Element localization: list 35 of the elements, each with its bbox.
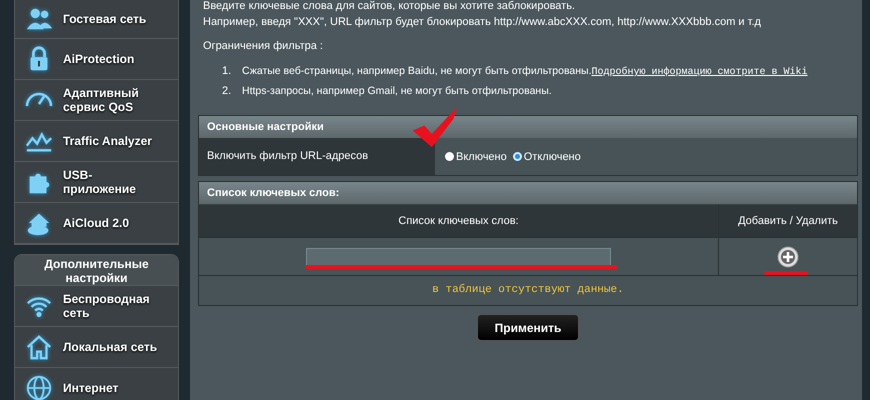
setting-label: Включить фильтр URL-адресов xyxy=(199,138,435,175)
list-number: 1. xyxy=(222,64,232,79)
column-header: Список ключевых слов: xyxy=(199,204,718,237)
radio-icon[interactable] xyxy=(445,152,454,161)
underline-annotation xyxy=(764,271,808,275)
radio-icon[interactable] xyxy=(512,152,522,161)
sidebar-section-title: Дополнительные настройки xyxy=(15,255,178,286)
add-icon[interactable] xyxy=(777,246,799,268)
house-icon xyxy=(25,333,53,361)
sidebar-item[interactable]: Адаптивный сервис QoS xyxy=(15,80,178,121)
radio-option[interactable]: Включено xyxy=(445,150,507,162)
sidebar-item[interactable]: AiProtection xyxy=(15,39,178,80)
wiki-link[interactable]: Подробную информацию смотрите в Wiki xyxy=(592,67,808,78)
limits-title: Ограничения фильтра : xyxy=(202,40,324,52)
sidebar-item[interactable]: Traffic Analyzer xyxy=(15,121,178,162)
column-header: Добавить / Удалить xyxy=(718,204,857,237)
limit-text: Сжатые веб-страницы, например Baidu, не могут быть отфильтрованы.Подробную информацию смотрите в Wiki xyxy=(242,64,809,80)
limit-text: Https-запросы, например Gmail, не могут быть отфильтрованы. xyxy=(242,84,553,99)
sidebar-item[interactable]: USB-приложение xyxy=(15,162,178,203)
description-text: Введите ключевые слова для сайтов, которые вы хотите заблокировать. xyxy=(202,0,576,13)
radio-option[interactable]: Отключено xyxy=(512,150,581,162)
description-text: Например, введя "XXX", URL фильтр будет блокировать http://www.abcXXX.com, http://www.XXXbbb.com и т.д xyxy=(202,15,762,30)
sidebar-item[interactable]: Гостевая сеть xyxy=(15,0,178,39)
section-header: Список ключевых слов: xyxy=(199,182,857,204)
keyword-input-field[interactable] xyxy=(306,248,611,266)
sidebar-item[interactable]: Беспроводная сеть xyxy=(15,286,178,327)
sidebar-item[interactable]: Интернет xyxy=(15,368,178,400)
apply-button[interactable]: Применить xyxy=(477,314,579,341)
gauge-icon xyxy=(25,91,53,109)
list-number: 2. xyxy=(222,84,232,99)
sidebar-item[interactable]: AiCloud 2.0 xyxy=(15,203,178,244)
sidebar-item[interactable]: Локальная сеть xyxy=(15,327,178,368)
empty-table-message: в таблице отсутствуют данные. xyxy=(199,275,857,305)
section-header: Основные настройки xyxy=(199,116,857,138)
globe-icon xyxy=(25,374,53,400)
